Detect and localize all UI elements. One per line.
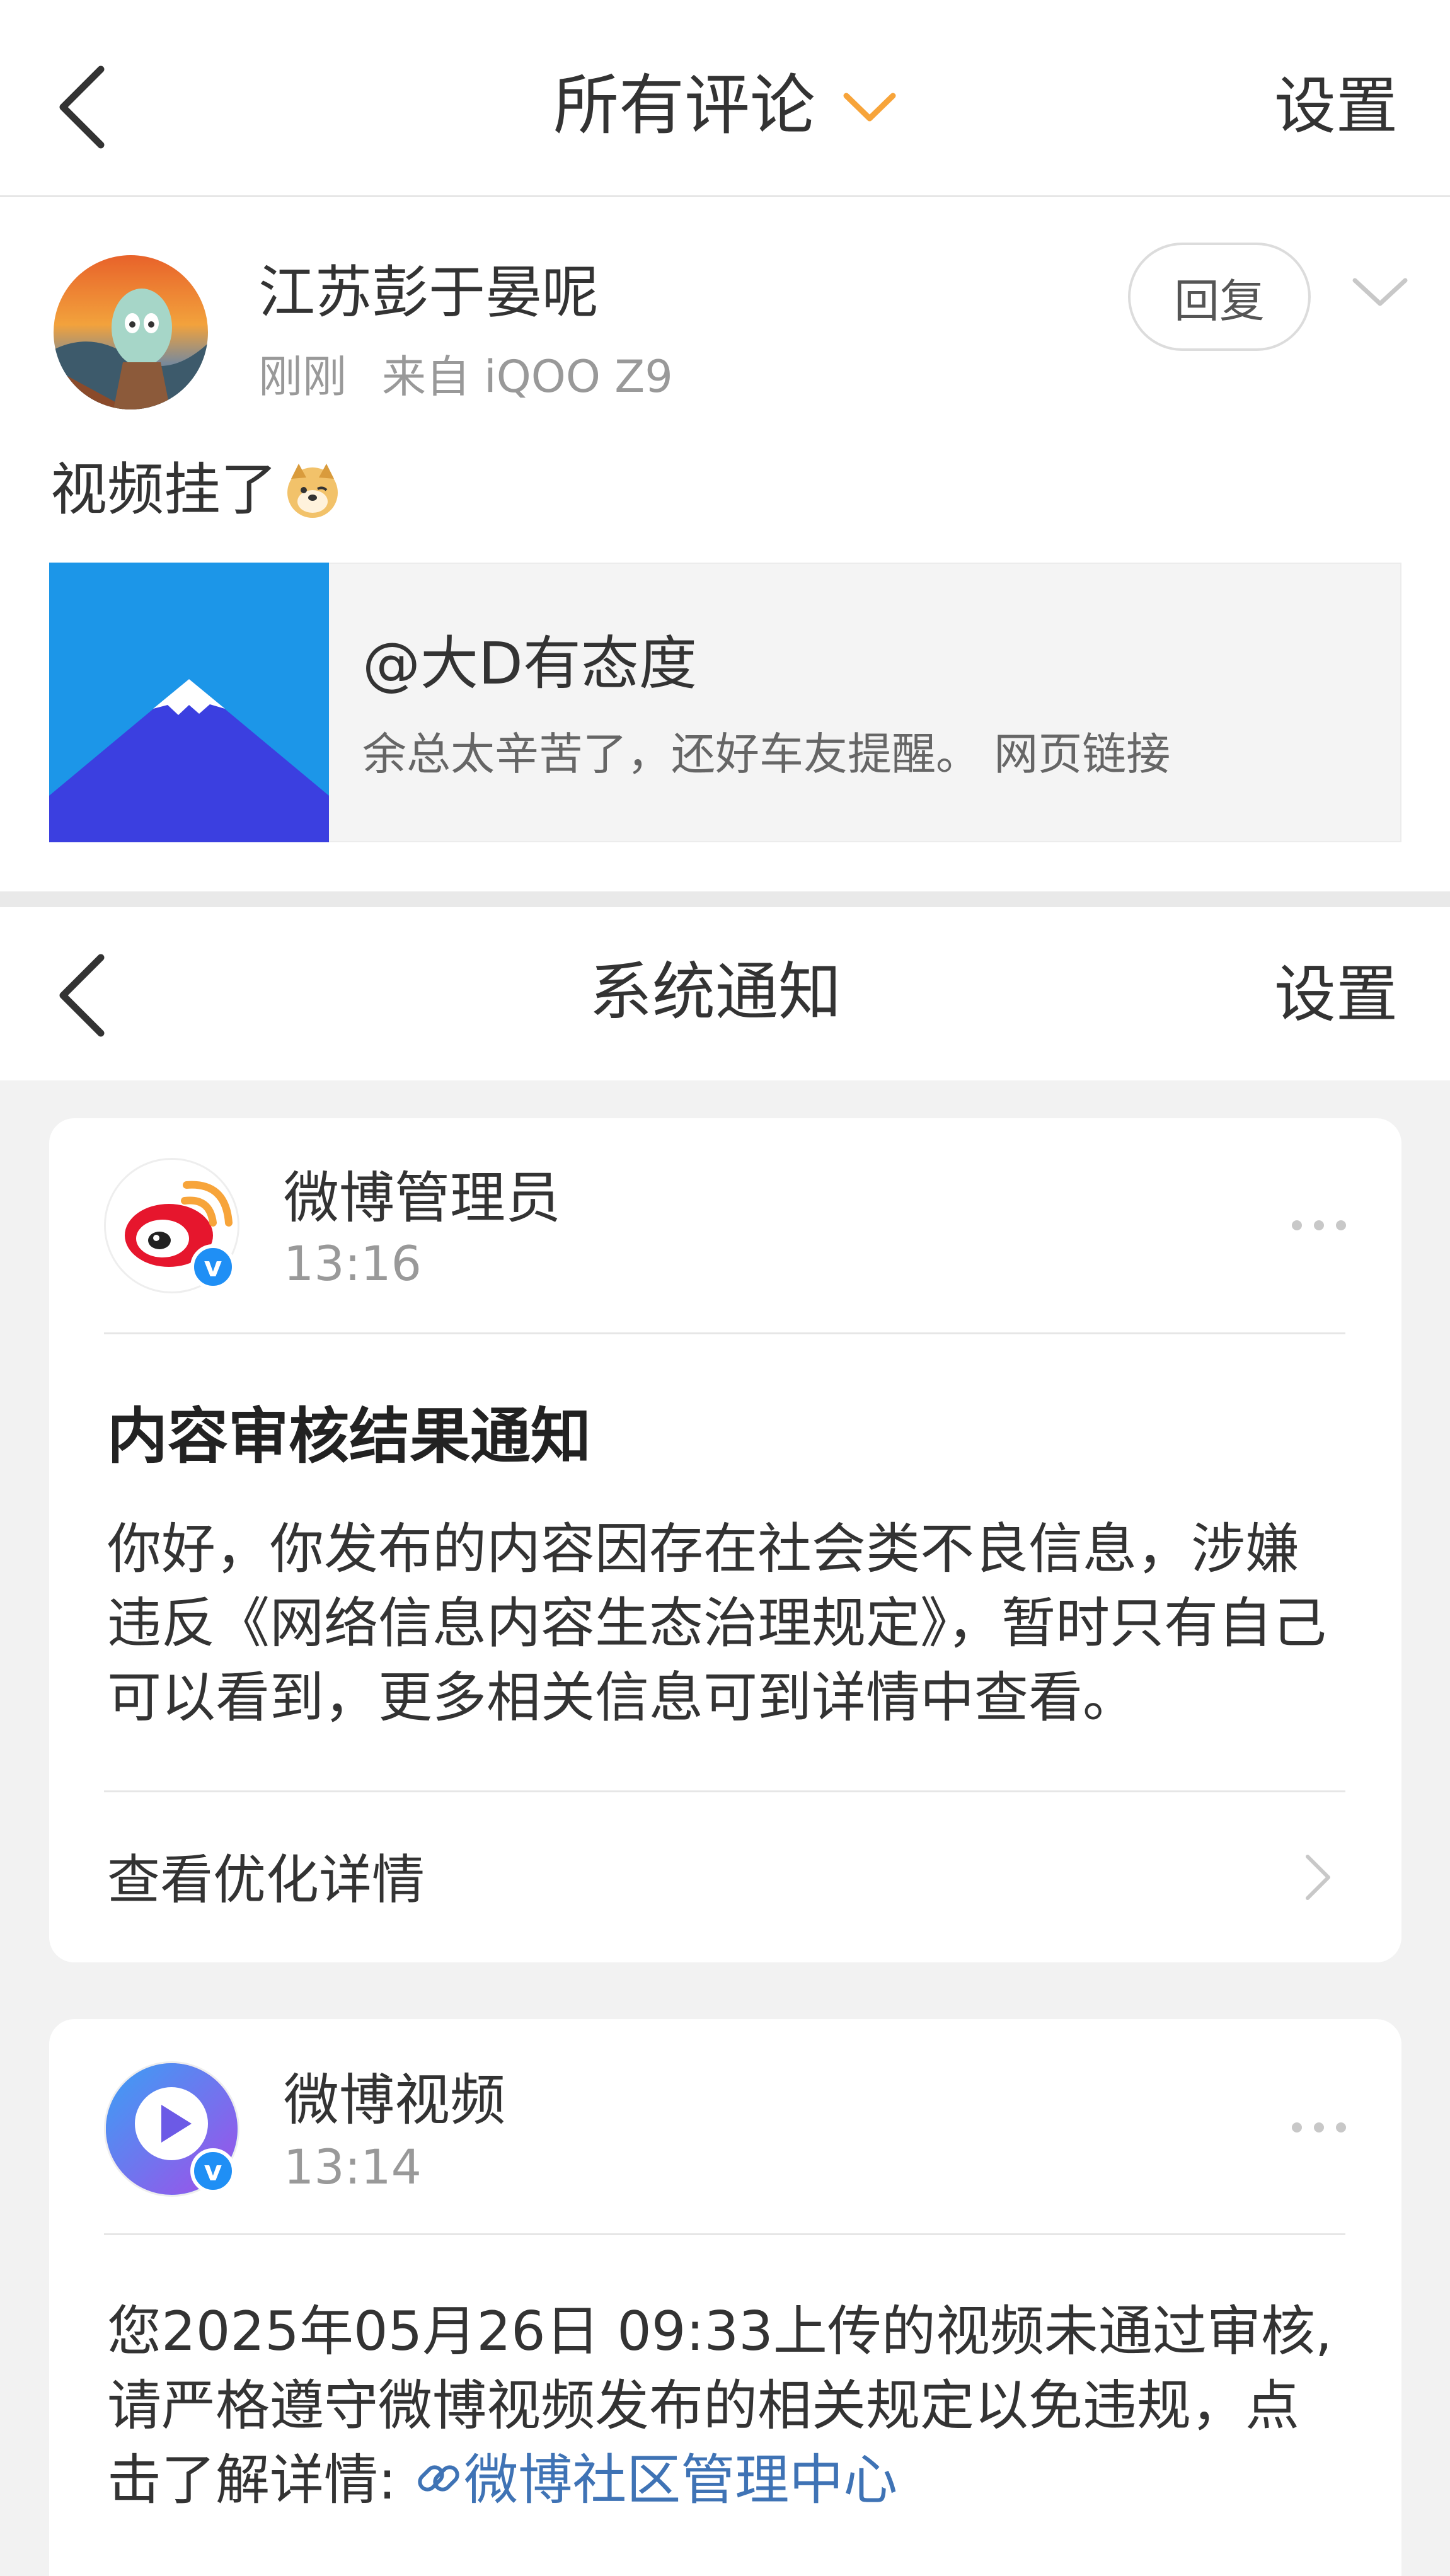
notifications-title: 系统通知 bbox=[589, 955, 841, 1029]
divider bbox=[104, 2233, 1345, 2235]
notification-heading: 内容审核结果通知 bbox=[107, 1401, 591, 1472]
section-divider bbox=[0, 891, 1450, 907]
divider bbox=[104, 1332, 1345, 1334]
reply-button[interactable]: 回复 bbox=[1128, 243, 1311, 351]
link-card-description: 余总太辛苦了，还好车友提醒。 网页链接 bbox=[362, 728, 1171, 780]
community-center-link[interactable]: 微博社区管理中心 bbox=[413, 2449, 897, 2512]
notifications-settings-button[interactable]: 设置 bbox=[1274, 964, 1398, 1026]
notification-time: 13:16 bbox=[284, 1235, 422, 1291]
sender-name[interactable]: 微博管理员 bbox=[284, 1171, 561, 1226]
avatar[interactable] bbox=[54, 255, 208, 409]
divider bbox=[104, 1790, 1345, 1792]
sender-name[interactable]: 微博视频 bbox=[284, 2073, 505, 2128]
verified-badge-icon: v bbox=[190, 1244, 236, 1290]
link-icon bbox=[418, 2465, 459, 2492]
verified-badge-icon: v bbox=[190, 2148, 236, 2194]
mountain-icon bbox=[49, 563, 329, 842]
comment-source: 来自 iQOO Z9 bbox=[382, 351, 673, 403]
view-details-link[interactable]: 查看优化详情 bbox=[107, 1853, 425, 1906]
comment-text: 视频挂了 bbox=[50, 460, 343, 520]
chevron-right-icon[interactable] bbox=[1298, 1849, 1336, 1906]
settings-button[interactable]: 设置 bbox=[1274, 76, 1398, 137]
notification-body: 你好，你发布的内容因存在社会类不良信息，涉嫌违反《网络信息内容生态治理规定》，暂… bbox=[107, 1518, 1326, 1729]
more-options-icon[interactable] bbox=[1287, 2118, 1350, 2137]
link-thumbnail bbox=[49, 563, 329, 842]
back-arrow-icon[interactable] bbox=[50, 945, 113, 1046]
notification-time: 13:14 bbox=[284, 2139, 422, 2195]
comment-username[interactable]: 江苏彭于晏呢 bbox=[258, 265, 599, 321]
community-center-link-text[interactable]: 微博社区管理中心 bbox=[464, 2449, 897, 2512]
page-title[interactable]: 所有评论 bbox=[553, 72, 815, 138]
link-card-title: @大D有态度 bbox=[362, 630, 697, 697]
chevron-down-icon[interactable] bbox=[841, 88, 898, 126]
chevron-down-icon[interactable] bbox=[1349, 271, 1412, 315]
notification-body: 您2025年05月26日 09:33上传的视频未通过审核,请严格遵守微博视频发布… bbox=[107, 2294, 1352, 2517]
more-options-icon[interactable] bbox=[1287, 1216, 1350, 1235]
comment-time: 刚刚 bbox=[258, 351, 347, 403]
doge-emoji-icon bbox=[287, 464, 338, 518]
comment-meta: 刚刚 来自 iQOO Z9 bbox=[258, 355, 673, 399]
comment-text-content: 视频挂了 bbox=[50, 457, 277, 523]
avatar-image bbox=[54, 255, 208, 409]
back-arrow-icon[interactable] bbox=[50, 57, 113, 157]
